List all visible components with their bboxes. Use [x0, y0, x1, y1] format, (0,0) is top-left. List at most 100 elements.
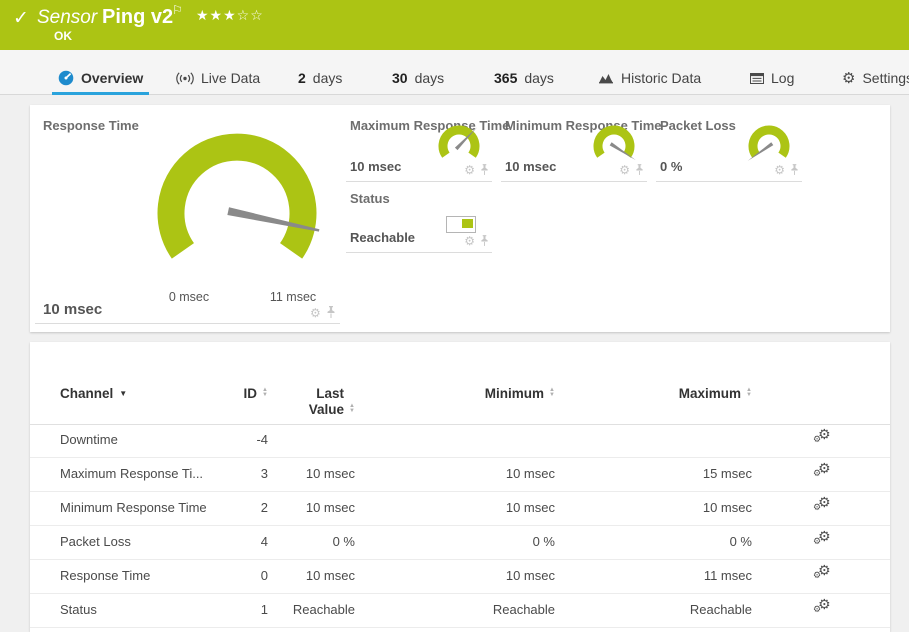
panel-divider — [35, 323, 340, 324]
channel-id: 3 — [220, 458, 268, 491]
channel-table-panel: Channel ▼ ID ▲▼ Last Value ▲▼ Minimum ▲▼… — [30, 342, 890, 632]
tab-live-data[interactable]: Live Data — [170, 62, 266, 94]
channel-settings-gears-icon[interactable]: ⚙⚙ — [814, 458, 834, 491]
table-row-downtime: Downtime -4 ⚙⚙ — [30, 424, 890, 458]
tab-bar: Overview Live Data 2 days 30 days 365 da… — [0, 50, 909, 95]
channel-name[interactable]: Packet Loss — [60, 526, 220, 559]
sensor-title[interactable]: Ping v2 — [102, 6, 173, 29]
tab-settings-label: Settings — [862, 70, 909, 86]
mini-gauge-actions: ⚙ — [619, 164, 644, 176]
tab-365-days[interactable]: 365 days — [488, 62, 560, 94]
column-header-maximum[interactable]: Maximum ▲▼ — [555, 386, 752, 424]
tab-historic-data-label: Historic Data — [621, 70, 701, 86]
primary-gauge-title: Response Time — [43, 118, 139, 133]
channel-name[interactable]: Minimum Response Time — [60, 492, 220, 525]
channel-minimum — [355, 424, 555, 457]
gauge-scale-max: 11 msec — [258, 290, 328, 304]
channel-gear-icon[interactable]: ⚙ — [310, 307, 321, 319]
channel-maximum: 0 % — [555, 526, 752, 559]
channel-minimum: 10 msec — [355, 458, 555, 491]
channel-id: 4 — [220, 526, 268, 559]
channel-settings-gears-icon[interactable]: ⚙⚙ — [814, 560, 834, 593]
column-header-last-value-label: Last Value — [300, 386, 344, 418]
table-row-maximum-response-time: Maximum Response Ti... 3 10 msec 10 msec… — [30, 458, 890, 492]
mini-gauge-actions: ⚙ — [774, 164, 799, 176]
tab-365-days-label: days — [524, 70, 554, 86]
channel-settings-gears-icon[interactable]: ⚙⚙ — [814, 424, 834, 457]
primary-gauge-value: 10 msec — [43, 301, 102, 318]
mini-panel-packet-loss: Packet Loss 0 % ⚙ — [656, 115, 802, 182]
table-row-response-time: Response Time 0 10 msec 10 msec 11 msec … — [30, 560, 890, 594]
channel-maximum: Reachable — [555, 594, 752, 627]
pin-icon[interactable] — [480, 164, 489, 176]
stars-filled[interactable]: ★★★ — [196, 7, 237, 23]
column-header-channel-label: Channel — [60, 386, 113, 402]
channel-settings-gears-icon[interactable]: ⚙⚙ — [814, 526, 834, 559]
channel-minimum: 10 msec — [355, 560, 555, 593]
channel-maximum: 10 msec — [555, 492, 752, 525]
channel-last-value — [268, 424, 355, 457]
tab-historic-data[interactable]: Historic Data — [592, 62, 707, 94]
channel-gear-icon[interactable]: ⚙ — [464, 164, 475, 176]
status-ok-check-icon: ✓ — [13, 7, 29, 30]
historic-chart-icon — [598, 72, 614, 84]
pin-icon[interactable] — [790, 164, 799, 176]
active-tab-underline — [52, 92, 149, 95]
channel-gear-icon[interactable]: ⚙ — [774, 164, 785, 176]
table-row-minimum-response-time: Minimum Response Time 2 10 msec 10 msec … — [30, 492, 890, 526]
tab-30-days[interactable]: 30 days — [386, 62, 450, 94]
channel-last-value: Reachable — [268, 594, 355, 627]
column-header-last-value[interactable]: Last Value ▲▼ — [268, 386, 355, 424]
channel-minimum: Reachable — [355, 594, 555, 627]
channel-gear-icon[interactable]: ⚙ — [619, 164, 630, 176]
settings-gear-icon: ⚙ — [842, 71, 855, 86]
tab-live-data-label: Live Data — [201, 70, 260, 86]
tab-30-days-label: days — [415, 70, 445, 86]
channel-name[interactable]: Response Time — [60, 560, 220, 593]
channel-maximum — [555, 424, 752, 457]
channel-gear-icon[interactable]: ⚙ — [464, 235, 475, 247]
tab-log[interactable]: Log — [744, 62, 800, 94]
channel-last-value: 10 msec — [268, 492, 355, 525]
tab-30-days-number: 30 — [392, 70, 408, 86]
channel-settings-gears-icon[interactable]: ⚙⚙ — [814, 492, 834, 525]
channel-last-value: 10 msec — [268, 458, 355, 491]
column-header-minimum[interactable]: Minimum ▲▼ — [355, 386, 555, 424]
tab-2-days[interactable]: 2 days — [292, 62, 348, 94]
log-list-icon — [750, 73, 764, 84]
response-time-gauge — [137, 123, 337, 288]
channel-name[interactable]: Status — [60, 594, 220, 627]
channel-minimum: 0 % — [355, 526, 555, 559]
pin-icon[interactable] — [480, 235, 489, 247]
channel-name[interactable]: Downtime — [60, 424, 220, 457]
table-header-row: Channel ▼ ID ▲▼ Last Value ▲▼ Minimum ▲▼… — [30, 386, 890, 425]
priority-stars[interactable]: ★★★☆☆ — [196, 7, 264, 24]
channel-minimum: 10 msec — [355, 492, 555, 525]
channel-name[interactable]: Maximum Response Ti... — [60, 458, 220, 491]
mini-panel-status: Status Reachable ⚙ — [346, 188, 492, 253]
flag-icon[interactable]: ⚐ — [172, 3, 183, 17]
mini-status-actions: ⚙ — [464, 235, 489, 247]
mini-gauge-value: 0 % — [660, 159, 682, 174]
tab-settings[interactable]: ⚙ Settings — [836, 62, 909, 94]
mini-gauge-title: Packet Loss — [660, 118, 736, 133]
mini-gauge-value: 10 msec — [505, 159, 556, 174]
stars-empty[interactable]: ☆☆ — [237, 7, 264, 23]
table-row-status: Status 1 Reachable Reachable Reachable ⚙… — [30, 594, 890, 628]
column-header-maximum-label: Maximum — [679, 386, 741, 402]
sort-descending-icon: ▼ — [119, 389, 127, 398]
tab-overview[interactable]: Overview — [52, 62, 149, 94]
channel-id: 1 — [220, 594, 268, 627]
channel-maximum: 15 msec — [555, 458, 752, 491]
mini-gauge-actions: ⚙ — [464, 164, 489, 176]
column-header-channel[interactable]: Channel ▼ — [60, 386, 220, 424]
pin-icon[interactable] — [635, 164, 644, 176]
pin-icon[interactable] — [326, 306, 336, 319]
channel-settings-gears-icon[interactable]: ⚙⚙ — [814, 594, 834, 627]
live-broadcast-icon — [176, 72, 194, 85]
sensor-status-text: OK — [54, 29, 72, 43]
tab-365-days-number: 365 — [494, 70, 517, 86]
channel-id: 2 — [220, 492, 268, 525]
column-header-id[interactable]: ID ▲▼ — [220, 386, 268, 424]
sensor-header: ✓ Sensor Ping v2 ⚐ ★★★☆☆ OK — [0, 0, 909, 50]
